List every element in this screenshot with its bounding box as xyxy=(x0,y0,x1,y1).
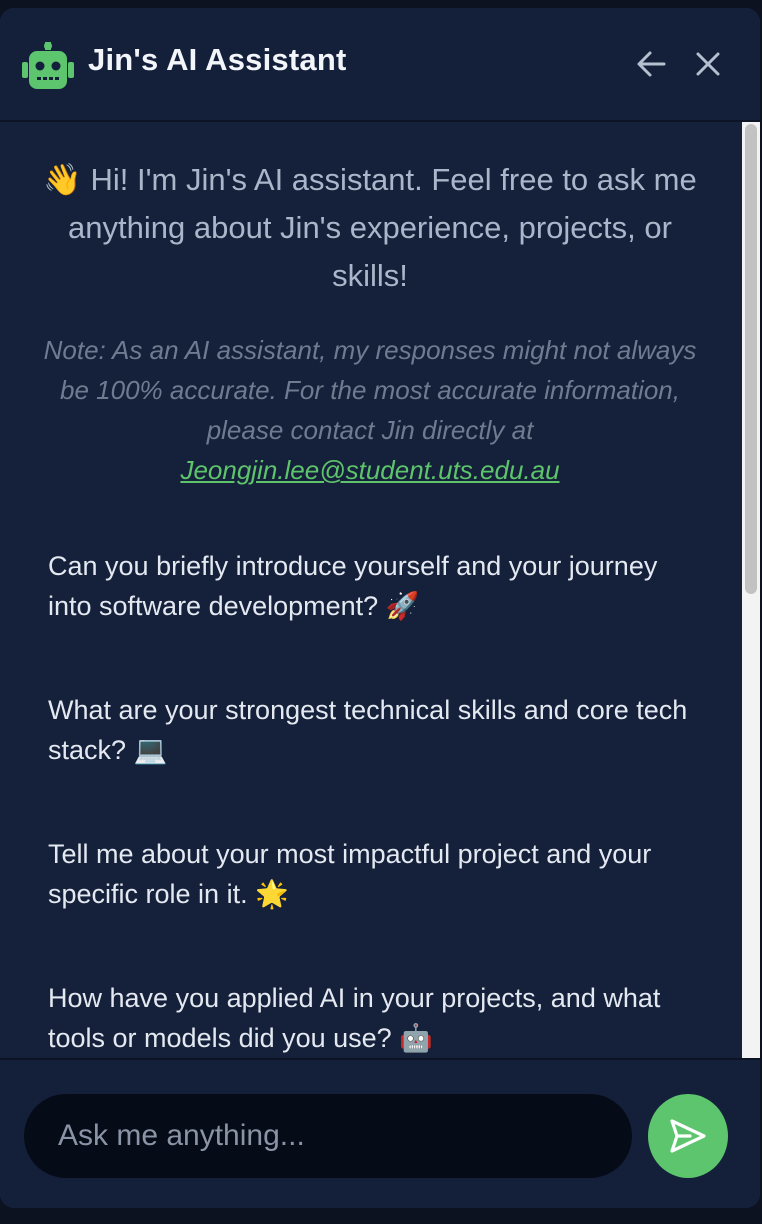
message-scrollbar[interactable] xyxy=(742,122,760,1058)
suggested-question[interactable]: Can you briefly introduce yourself and y… xyxy=(48,546,688,626)
robot-icon xyxy=(22,42,74,90)
chat-header: Jin's AI Assistant xyxy=(0,8,760,122)
arrow-left-icon xyxy=(632,51,672,88)
chat-title: Jin's AI Assistant xyxy=(88,42,347,77)
suggested-question[interactable]: How have you applied AI in your projects… xyxy=(48,978,688,1058)
close-button[interactable] xyxy=(688,44,728,84)
suggested-question[interactable]: Tell me about your most impactful projec… xyxy=(48,834,688,914)
message-input[interactable] xyxy=(24,1094,632,1178)
disclaimer-text: Note: As an AI assistant, my responses m… xyxy=(43,335,697,445)
close-icon xyxy=(688,52,728,88)
welcome-message: 👋 Hi! I'm Jin's AI assistant. Feel free … xyxy=(43,162,697,293)
suggested-question[interactable]: What are your strongest technical skills… xyxy=(48,690,688,770)
send-button[interactable] xyxy=(648,1094,728,1178)
scrollbar-thumb[interactable] xyxy=(745,124,757,594)
message-list[interactable]: 👋 Hi! I'm Jin's AI assistant. Feel free … xyxy=(0,122,742,1058)
back-button[interactable] xyxy=(632,44,672,84)
contact-email-link[interactable]: Jeongjin.lee@student.uts.edu.au xyxy=(30,450,710,490)
disclaimer-note: Note: As an AI assistant, my responses m… xyxy=(30,330,710,490)
chat-panel: Jin's AI Assistant 👋 Hi! I'm Jin's AI as… xyxy=(0,8,760,1208)
input-bar xyxy=(0,1058,760,1208)
